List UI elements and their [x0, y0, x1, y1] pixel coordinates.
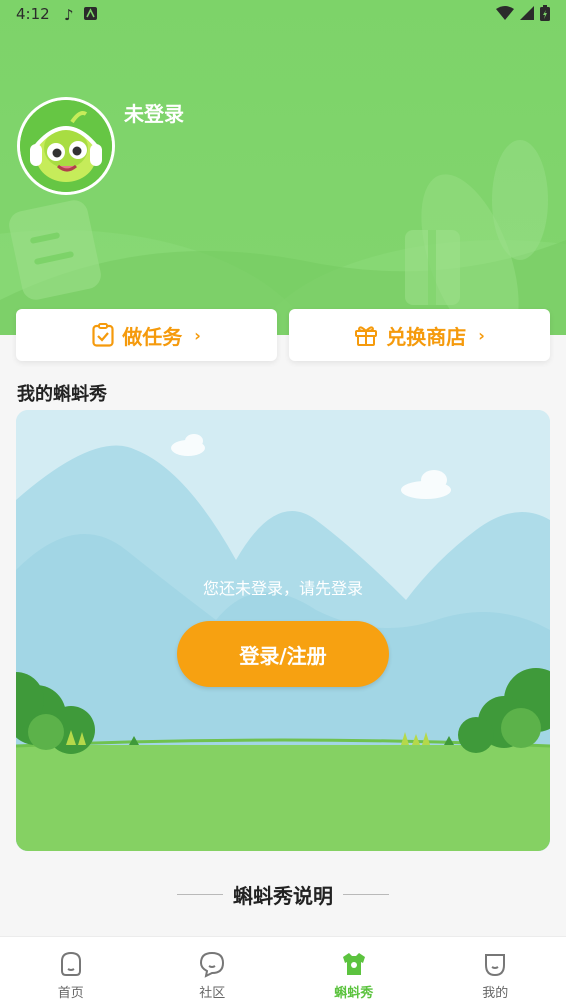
tab-profile-label: 我的	[482, 986, 509, 1001]
music-icon: ♪	[64, 6, 74, 24]
signal-icon	[520, 6, 534, 20]
tab-home[interactable]: 首页	[0, 937, 142, 1008]
status-time: 4:12	[16, 5, 50, 23]
profile-icon	[485, 954, 506, 977]
community-icon	[200, 951, 225, 978]
status-right-icons	[496, 5, 550, 21]
login-register-button[interactable]: 登录/注册	[177, 621, 389, 687]
task-button[interactable]: 做任务 ›	[16, 309, 277, 361]
chevron-right-icon: ›	[194, 325, 201, 345]
battery-icon	[540, 5, 550, 21]
divider-right	[343, 894, 389, 895]
tadpole-show-card: 您还未登录，请先登录 登录/注册	[16, 410, 550, 851]
tadpole-mascot-icon	[20, 100, 112, 192]
tadpole-show-icon	[342, 953, 365, 975]
task-button-label: 做任务	[122, 324, 183, 349]
tab-community[interactable]: 社区	[142, 937, 284, 1008]
app-notification-icon	[83, 6, 97, 24]
tab-profile[interactable]: 我的	[425, 937, 566, 1008]
tab-community-label: 社区	[199, 986, 226, 1001]
explain-section: 蝌蚪秀说明	[0, 880, 566, 909]
avatar[interactable]	[17, 97, 115, 195]
tab-home-label: 首页	[57, 986, 84, 1001]
tab-tadpole-show[interactable]: 蝌蚪秀	[283, 937, 425, 1008]
username[interactable]: 未登录	[124, 98, 184, 127]
chevron-right-icon: ›	[478, 325, 485, 345]
clipboard-check-icon	[92, 323, 114, 347]
status-left-icons: ♪	[64, 6, 97, 24]
login-hint: 您还未登录，请先登录	[202, 579, 363, 598]
section-title: 我的蝌蚪秀	[17, 384, 107, 405]
tab-tadpole-show-label: 蝌蚪秀	[334, 986, 374, 1001]
exchange-shop-button[interactable]: 兑换商店 ›	[289, 309, 550, 361]
exchange-shop-label: 兑换商店	[386, 324, 467, 349]
bottom-tab-bar: 首页 社区 蝌蚪秀 我的	[0, 936, 566, 1008]
home-icon	[60, 951, 81, 976]
wifi-icon	[496, 6, 514, 20]
gift-icon	[355, 326, 378, 346]
explain-title: 蝌蚪秀说明	[233, 884, 333, 908]
status-bar: 4:12 ♪	[0, 0, 566, 30]
divider-left	[177, 894, 223, 895]
